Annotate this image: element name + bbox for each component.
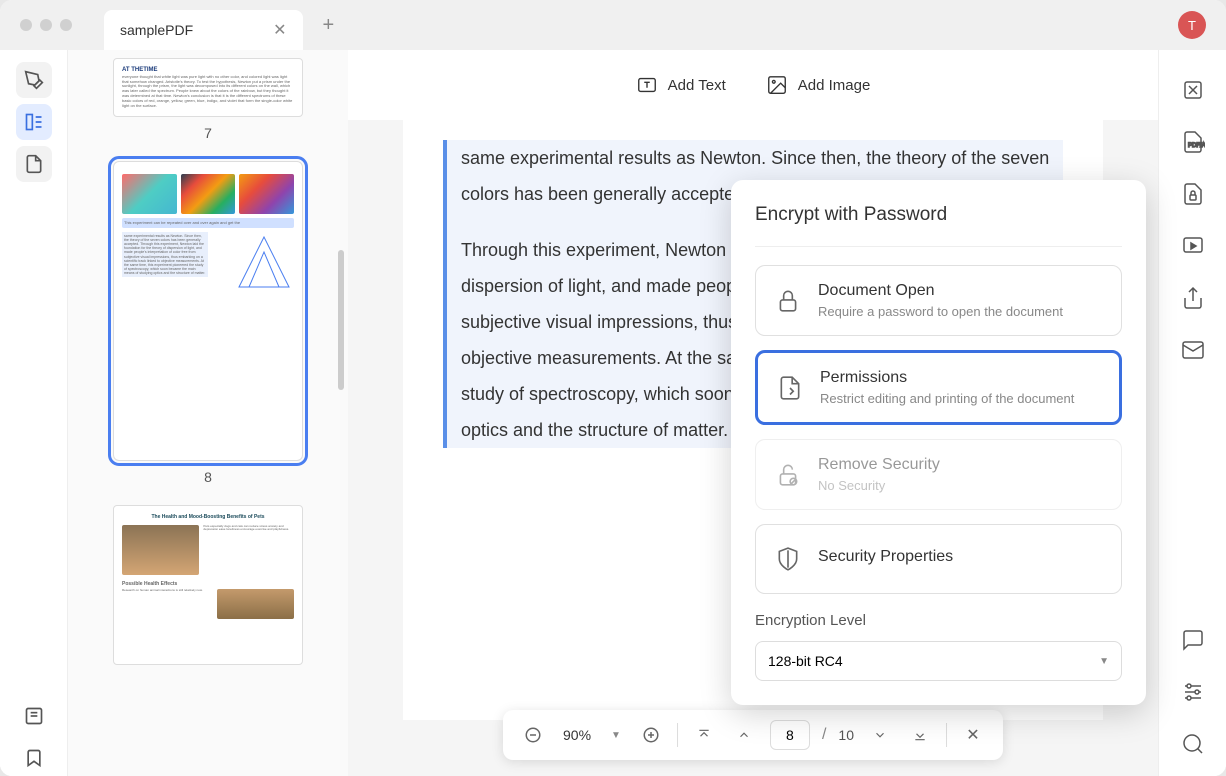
shield-icon xyxy=(774,545,802,573)
permissions-icon xyxy=(776,374,804,402)
thumbnail-image xyxy=(181,174,236,214)
prev-page-button[interactable] xyxy=(730,721,758,749)
tab-title: samplePDF xyxy=(120,22,193,38)
search-icon[interactable] xyxy=(1177,728,1209,760)
text-icon xyxy=(636,74,658,96)
highlighter-tool-icon[interactable] xyxy=(16,62,52,98)
page-controls: 90% ▼ / 10 xyxy=(503,710,1003,760)
zoom-in-button[interactable] xyxy=(637,721,665,749)
zoom-out-button[interactable] xyxy=(519,721,547,749)
close-tab-icon[interactable]: ✕ xyxy=(273,20,286,40)
page-thumbnail-7[interactable]: AT THETIME everyone thought that white l… xyxy=(113,58,303,117)
pdfa-icon[interactable]: PDF/A xyxy=(1177,126,1209,158)
page-thumbnail-9[interactable]: The Health and Mood-Boosting Benefits of… xyxy=(113,505,303,665)
document-open-option[interactable]: Document Open Require a password to open… xyxy=(755,265,1122,336)
maximize-window[interactable] xyxy=(60,19,72,31)
thumbnail-image xyxy=(239,174,294,214)
add-text-label: Add Text xyxy=(668,77,726,94)
thumbnail-image xyxy=(217,589,294,619)
add-image-button[interactable]: Add Image xyxy=(766,74,871,96)
bookmark-tool-icon[interactable] xyxy=(16,740,52,776)
right-tool-rail: PDF/A xyxy=(1158,50,1226,776)
first-page-button[interactable] xyxy=(690,721,718,749)
thumbnail-image xyxy=(122,525,199,575)
share-icon[interactable] xyxy=(1177,282,1209,314)
thumbnails-tool-icon[interactable] xyxy=(16,104,52,140)
comment-icon[interactable] xyxy=(1177,624,1209,656)
document-toolbar: Add Text Add Image xyxy=(348,50,1158,120)
encryption-value: 128-bit RC4 xyxy=(768,653,843,669)
thumbnail-panel: AT THETIME everyone thought that white l… xyxy=(68,50,348,776)
security-properties-option[interactable]: Security Properties xyxy=(755,524,1122,594)
remove-security-option: Remove Security No Security xyxy=(755,439,1122,510)
option-title: Security Properties xyxy=(818,548,1103,566)
minimize-window[interactable] xyxy=(40,19,52,31)
total-pages: 10 xyxy=(838,727,854,743)
option-title: Permissions xyxy=(820,369,1101,387)
add-image-label: Add Image xyxy=(798,77,871,94)
unlock-icon xyxy=(774,461,802,489)
panel-title: Encrypt with Password xyxy=(755,204,1122,226)
form-tool-icon[interactable] xyxy=(16,698,52,734)
page-number-input[interactable] xyxy=(770,720,810,750)
properties-icon[interactable] xyxy=(1177,676,1209,708)
thumbnail-number: 7 xyxy=(204,125,212,141)
page-separator: / xyxy=(822,726,826,744)
email-icon[interactable] xyxy=(1177,334,1209,366)
zoom-dropdown-icon[interactable]: ▼ xyxy=(607,730,625,741)
user-avatar[interactable]: T xyxy=(1178,11,1206,39)
page-thumbnail-8[interactable]: This experiment can be repeated over and… xyxy=(113,161,303,461)
next-page-button[interactable] xyxy=(866,721,894,749)
left-tool-rail xyxy=(0,50,68,776)
svg-text:PDF/A: PDF/A xyxy=(1188,143,1205,149)
close-controls-button[interactable]: ✕ xyxy=(959,721,987,749)
close-window[interactable] xyxy=(20,19,32,31)
option-desc: Restrict editing and printing of the doc… xyxy=(820,391,1101,406)
window-controls xyxy=(8,19,84,31)
encrypt-panel: Encrypt with Password Document Open Requ… xyxy=(731,180,1146,705)
option-desc: No Security xyxy=(818,478,1103,493)
option-desc: Require a password to open the document xyxy=(818,304,1103,319)
outline-tool-icon[interactable] xyxy=(16,146,52,182)
chevron-down-icon: ▼ xyxy=(1099,656,1109,667)
lock-icon xyxy=(774,287,802,315)
add-text-button[interactable]: Add Text xyxy=(636,74,726,96)
document-tab[interactable]: samplePDF ✕ xyxy=(104,10,303,50)
convert-icon[interactable] xyxy=(1177,74,1209,106)
last-page-button[interactable] xyxy=(906,721,934,749)
thumbnail-number: 8 xyxy=(204,469,212,485)
zoom-level: 90% xyxy=(559,727,595,743)
thumbnail-image xyxy=(122,174,177,214)
thumbnail-scrollbar[interactable] xyxy=(338,250,344,390)
encryption-level-select[interactable]: 128-bit RC4 ▼ xyxy=(755,641,1122,681)
option-title: Remove Security xyxy=(818,456,1103,474)
security-icon[interactable] xyxy=(1177,178,1209,210)
option-title: Document Open xyxy=(818,282,1103,300)
encryption-level-label: Encryption Level xyxy=(755,612,1122,629)
permissions-option[interactable]: Permissions Restrict editing and printin… xyxy=(755,350,1122,425)
add-tab-button[interactable]: + xyxy=(311,14,347,37)
image-icon xyxy=(766,74,788,96)
titlebar: samplePDF ✕ + T xyxy=(0,0,1226,50)
slideshow-icon[interactable] xyxy=(1177,230,1209,262)
